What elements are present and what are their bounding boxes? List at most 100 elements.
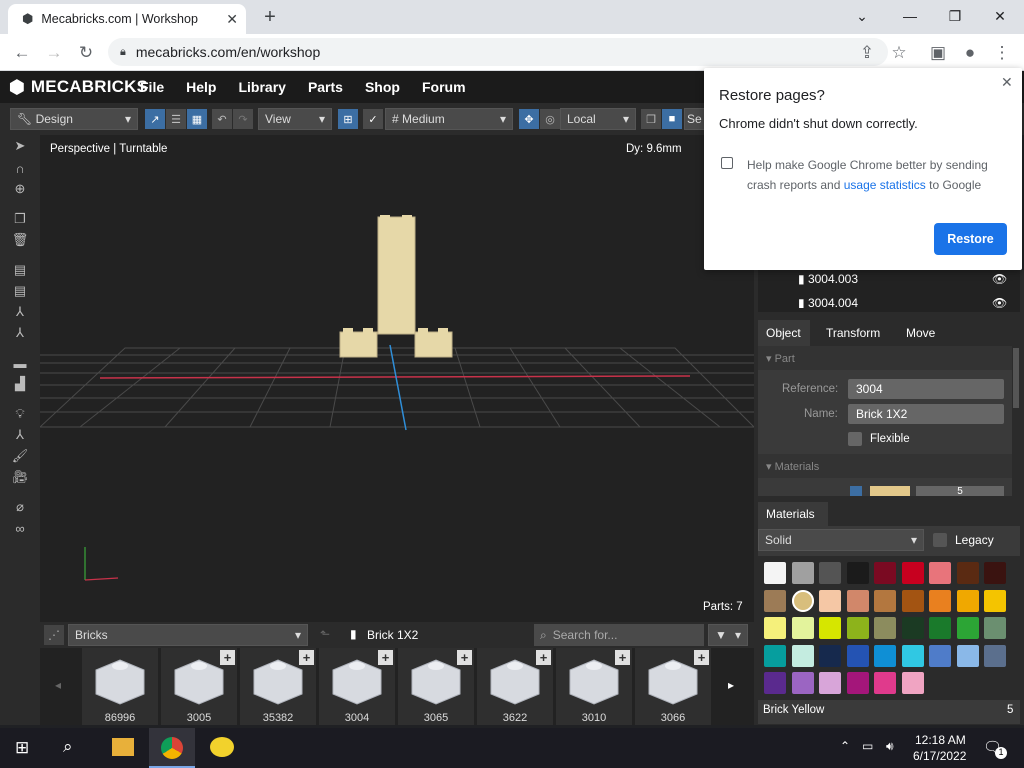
- copy-icon[interactable]: ❐: [10, 210, 30, 228]
- color-swatch[interactable]: [956, 644, 979, 667]
- pivot-icon[interactable]: ◎: [540, 109, 560, 129]
- materials-tab[interactable]: Materials: [758, 502, 828, 526]
- minimize-button[interactable]: —: [888, 4, 932, 28]
- part-card[interactable]: +35382: [240, 648, 316, 725]
- camera-icon[interactable]: 🎥︎: [10, 468, 30, 486]
- windows-start-icon[interactable]: ⊞: [15, 738, 29, 758]
- forward-button[interactable]: →: [42, 42, 66, 64]
- close-window-button[interactable]: ✕: [978, 4, 1022, 28]
- export-icon[interactable]: ▤: [10, 282, 30, 300]
- color-swatch[interactable]: [819, 617, 841, 639]
- color-swatch[interactable]: [764, 617, 786, 639]
- usage-statistics-link[interactable]: usage statistics: [844, 178, 926, 192]
- chrome-taskbar-button[interactable]: [149, 728, 195, 768]
- color-swatch[interactable]: [764, 562, 786, 584]
- carousel-next-icon[interactable]: ▸: [728, 678, 734, 692]
- tab-search-chevron-icon[interactable]: ⌄: [840, 4, 884, 28]
- axis-icon[interactable]: ⅄: [10, 303, 30, 321]
- list-tool-icon[interactable]: ☰: [166, 109, 186, 129]
- material-color-swatch[interactable]: [870, 486, 910, 496]
- color-swatch[interactable]: [764, 644, 786, 667]
- search-icon[interactable]: ⌕: [63, 737, 73, 757]
- share-icon[interactable]: ⇪: [855, 42, 879, 64]
- menu-parts[interactable]: Parts: [308, 79, 343, 95]
- volume-icon[interactable]: 🔊︎: [886, 739, 894, 754]
- stats-icon[interactable]: ▟: [10, 375, 30, 393]
- part-card[interactable]: +3005: [161, 648, 237, 725]
- color-swatch[interactable]: [956, 617, 979, 639]
- add-part-button[interactable]: +: [220, 650, 235, 665]
- color-swatch[interactable]: [984, 562, 1006, 584]
- color-swatch[interactable]: [929, 562, 951, 584]
- grip-icon[interactable]: ⋰: [44, 625, 64, 645]
- clock-date[interactable]: 6/17/2022: [913, 749, 966, 763]
- brick-model[interactable]: [339, 215, 453, 358]
- part-section-header[interactable]: ▾ Part: [758, 346, 1012, 370]
- color-swatch[interactable]: [846, 589, 869, 612]
- cube-outline-icon[interactable]: ❒: [641, 109, 661, 129]
- color-swatch[interactable]: [791, 617, 814, 639]
- filter-select[interactable]: ▼ ▾: [708, 624, 748, 646]
- color-swatch[interactable]: [984, 644, 1006, 667]
- color-swatch[interactable]: [956, 589, 979, 612]
- reload-button[interactable]: ↻: [74, 42, 98, 64]
- menu-shop[interactable]: Shop: [365, 79, 400, 95]
- color-swatch[interactable]: [819, 672, 841, 694]
- color-swatch[interactable]: [846, 672, 869, 694]
- materials-section-header[interactable]: ▾ Materials: [758, 454, 1012, 478]
- menu-forum[interactable]: Forum: [422, 79, 466, 95]
- trash-icon[interactable]: 🗑︎: [10, 231, 30, 249]
- undo-icon[interactable]: ↶: [212, 109, 232, 129]
- color-swatch[interactable]: [874, 562, 896, 584]
- material-id-field[interactable]: 5: [916, 486, 1004, 496]
- redo-icon[interactable]: ↷: [233, 109, 253, 129]
- logo[interactable]: ⬢ MECABRICKS: [0, 77, 148, 98]
- glasses-icon[interactable]: ⌀: [10, 498, 30, 516]
- light-bulb-icon[interactable]: 💡︎: [10, 405, 30, 423]
- 3d-viewport[interactable]: Perspective | Turntable Dy: 9.6mm Parts:…: [40, 135, 754, 622]
- add-part-button[interactable]: +: [378, 650, 393, 665]
- color-swatch[interactable]: [874, 589, 896, 612]
- part-card[interactable]: +3622: [477, 648, 553, 725]
- color-swatch[interactable]: [846, 617, 869, 639]
- bookmark-star-icon[interactable]: ☆: [887, 42, 911, 64]
- menu-library[interactable]: Library: [238, 79, 285, 95]
- color-swatch[interactable]: [846, 644, 869, 667]
- show-hidden-icons[interactable]: ⌃: [840, 739, 850, 753]
- reference-field[interactable]: 3004: [848, 379, 1004, 399]
- color-swatch[interactable]: [984, 589, 1006, 612]
- color-swatch[interactable]: [901, 672, 924, 694]
- settings-select[interactable]: Se: [684, 108, 706, 130]
- up-level-icon[interactable]: ⬑: [320, 627, 330, 641]
- color-swatch[interactable]: [901, 562, 924, 584]
- color-swatch[interactable]: [901, 617, 924, 639]
- select-tool-icon[interactable]: ↗: [145, 109, 165, 129]
- color-swatch[interactable]: [956, 562, 979, 584]
- tab-transform[interactable]: Transform: [826, 326, 880, 340]
- tab-object[interactable]: Object: [758, 320, 810, 346]
- close-tab-icon[interactable]: ✕: [226, 11, 238, 28]
- profile-avatar[interactable]: ●: [958, 42, 982, 64]
- outliner-item[interactable]: ▮ 3004.003 👁︎: [798, 272, 1018, 288]
- part-card[interactable]: 86996: [82, 648, 158, 725]
- color-swatch[interactable]: [874, 617, 896, 639]
- browser-tab[interactable]: ⬢ Mecabricks.com | Workshop ✕: [8, 4, 246, 34]
- file-explorer-icon[interactable]: [112, 738, 134, 756]
- part-card[interactable]: +3066: [635, 648, 711, 725]
- glasses-alt-icon[interactable]: ∞: [10, 519, 30, 537]
- pointer-icon[interactable]: ➤: [10, 137, 30, 155]
- part-card[interactable]: +3004: [319, 648, 395, 725]
- paint-icon[interactable]: 🖌︎: [10, 447, 30, 465]
- tab-move[interactable]: Move: [906, 326, 935, 340]
- grid-perspective-icon[interactable]: ⊞: [338, 109, 358, 129]
- back-button[interactable]: ←: [10, 42, 34, 64]
- color-swatch[interactable]: [929, 589, 951, 612]
- multi-select-icon[interactable]: ▦: [187, 109, 207, 129]
- color-swatch[interactable]: [764, 589, 786, 612]
- mode-select[interactable]: 🔧︎ Design ▾: [10, 108, 138, 130]
- color-swatch[interactable]: [874, 672, 896, 694]
- add-part-button[interactable]: +: [457, 650, 472, 665]
- properties-scrollbar[interactable]: [1013, 348, 1019, 408]
- color-swatch[interactable]: [984, 617, 1006, 639]
- color-swatch[interactable]: [791, 589, 814, 612]
